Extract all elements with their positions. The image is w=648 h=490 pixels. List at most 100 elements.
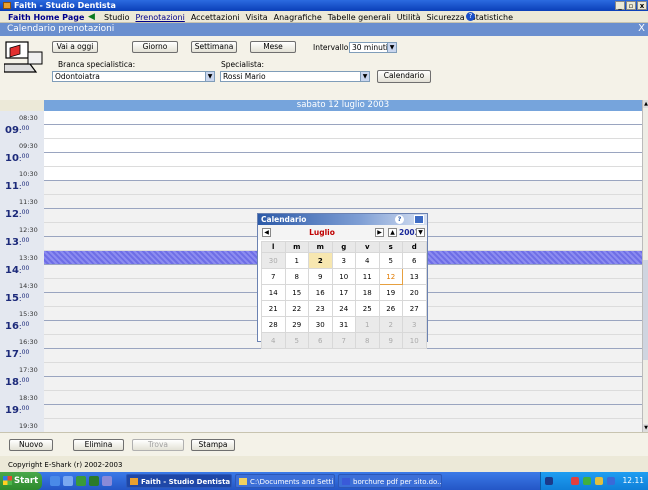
quicklaunch-explorer-icon[interactable] (63, 476, 73, 486)
vertical-scrollbar[interactable]: ▲ ▼ (642, 100, 648, 432)
calendar-day-cell[interactable]: 7 (331, 332, 356, 349)
time-slot[interactable] (44, 349, 642, 363)
scroll-thumb[interactable] (643, 260, 648, 360)
time-slot[interactable] (44, 153, 642, 167)
calendar-day-cell[interactable]: 10 (331, 268, 356, 285)
tray-app-icon[interactable] (545, 477, 553, 485)
calendar-day-cell[interactable]: 30 (308, 316, 333, 333)
tray-icon-4[interactable] (607, 477, 615, 485)
calendar-day-cell[interactable]: 20 (402, 284, 427, 301)
tray-icon-1[interactable] (571, 477, 579, 485)
calendar-day-cell[interactable]: 29 (284, 316, 309, 333)
calendar-day-cell[interactable]: 2 (308, 252, 333, 269)
calendar-day-cell[interactable]: 25 (355, 300, 380, 317)
back-arrow-icon[interactable]: ◀ (88, 12, 95, 22)
quicklaunch-media-icon[interactable] (76, 476, 86, 486)
calendar-day-cell[interactable]: 8 (355, 332, 380, 349)
time-slot[interactable] (44, 363, 642, 377)
calendar-day-cell[interactable]: 19 (378, 284, 403, 301)
month-view-button[interactable]: Mese (250, 41, 296, 53)
time-slot[interactable] (44, 391, 642, 405)
minimize-button[interactable]: _ (615, 1, 625, 10)
close-window-button[interactable]: x (637, 1, 647, 10)
calendar-day-cell[interactable]: 14 (261, 284, 286, 301)
go-today-button[interactable]: Vai a oggi (52, 41, 98, 53)
calendar-day-cell[interactable]: 6 (402, 252, 427, 269)
calendar-day-cell[interactable]: 24 (331, 300, 356, 317)
help-icon[interactable]: ? (466, 12, 475, 21)
calendar-day-cell[interactable]: 7 (261, 268, 286, 285)
scroll-down-icon[interactable]: ▼ (643, 424, 648, 432)
time-slot[interactable] (44, 195, 642, 209)
year-up-icon[interactable]: ▲ (388, 228, 397, 237)
calendar-day-cell[interactable]: 30 (261, 252, 286, 269)
menu-item-anagrafiche[interactable]: Anagrafiche (274, 13, 322, 22)
calendar-day-cell[interactable]: 1 (355, 316, 380, 333)
maximize-button[interactable]: ▫ (626, 1, 636, 10)
time-slot[interactable] (44, 377, 642, 391)
calendar-day-cell[interactable]: 17 (331, 284, 356, 301)
calendar-day-cell[interactable]: 5 (284, 332, 309, 349)
calendar-day-cell[interactable]: 8 (284, 268, 309, 285)
menu-home-page[interactable]: Faith Home Page (8, 13, 84, 22)
time-slot[interactable] (44, 111, 642, 125)
task-word-document[interactable]: borchure pdf per sito.do... (338, 474, 442, 488)
menu-item-sicurezza[interactable]: Sicurezza (427, 13, 465, 22)
calendar-day-cell[interactable]: 11 (355, 268, 380, 285)
time-slot[interactable] (44, 181, 642, 195)
menu-item-tabelle-generali[interactable]: Tabelle generali (328, 13, 391, 22)
calendar-day-cell[interactable]: 2 (378, 316, 403, 333)
menu-item-prenotazioni[interactable]: Prenotazioni (135, 13, 184, 22)
calendar-day-cell[interactable]: 9 (378, 332, 403, 349)
calendar-day-cell[interactable]: 3 (402, 316, 427, 333)
time-slot[interactable] (44, 125, 642, 139)
week-view-button[interactable]: Settimana (191, 41, 237, 53)
print-button[interactable]: Stampa (191, 439, 235, 451)
tray-icon-2[interactable] (583, 477, 591, 485)
day-view-button[interactable]: Giorno (132, 41, 178, 53)
time-slot[interactable] (44, 139, 642, 153)
menu-item-utilit-[interactable]: Utilità (397, 13, 421, 22)
calendar-day-cell[interactable]: 15 (284, 284, 309, 301)
calendar-day-cell[interactable]: 12 (378, 268, 403, 285)
calendar-day-cell[interactable]: 22 (284, 300, 309, 317)
tray-icon-3[interactable] (595, 477, 603, 485)
quicklaunch-desktop-icon[interactable] (102, 476, 112, 486)
calendar-day-cell[interactable]: 27 (402, 300, 427, 317)
panel-close-icon[interactable]: X (638, 23, 645, 34)
specialist-select[interactable]: Rossi Mario ▼ (220, 71, 370, 82)
time-slot[interactable] (44, 167, 642, 181)
calendar-day-cell[interactable]: 10 (402, 332, 427, 349)
quicklaunch-ie-icon[interactable] (50, 476, 60, 486)
calendar-day-cell[interactable]: 4 (355, 252, 380, 269)
time-slot[interactable] (44, 405, 642, 419)
calendar-day-cell[interactable]: 18 (355, 284, 380, 301)
calendar-day-cell[interactable]: 28 (261, 316, 286, 333)
calendar-day-cell[interactable]: 6 (308, 332, 333, 349)
calendar-day-cell[interactable]: 16 (308, 284, 333, 301)
time-slot[interactable] (44, 419, 642, 432)
new-button[interactable]: Nuovo (9, 439, 53, 451)
calendar-button[interactable]: Calendario (377, 70, 431, 83)
calendar-day-cell[interactable]: 31 (331, 316, 356, 333)
start-button[interactable]: Start (0, 472, 42, 490)
quicklaunch-app-icon[interactable] (89, 476, 99, 486)
task-faith[interactable]: Faith - Studio Dentista (126, 474, 232, 488)
calendar-day-cell[interactable]: 26 (378, 300, 403, 317)
calendar-day-cell[interactable]: 4 (261, 332, 286, 349)
interval-select[interactable]: 30 minuti ▼ (349, 42, 397, 53)
calendar-close-button[interactable] (414, 215, 424, 224)
scroll-up-icon[interactable]: ▲ (643, 100, 648, 108)
prev-month-icon[interactable]: ◀ (262, 228, 271, 237)
delete-button[interactable]: Elimina (73, 439, 124, 451)
find-button[interactable]: Trova (132, 439, 184, 451)
calendar-day-cell[interactable]: 5 (378, 252, 403, 269)
calendar-help-icon[interactable]: ? (395, 215, 404, 224)
menu-item-statistiche[interactable]: Statistiche (471, 13, 513, 22)
calendar-day-cell[interactable]: 13 (402, 268, 427, 285)
menu-item-accettazioni[interactable]: Accettazioni (191, 13, 240, 22)
calendar-day-cell[interactable]: 3 (331, 252, 356, 269)
calendar-day-cell[interactable]: 9 (308, 268, 333, 285)
calendar-day-cell[interactable]: 21 (261, 300, 286, 317)
calendar-day-cell[interactable]: 23 (308, 300, 333, 317)
